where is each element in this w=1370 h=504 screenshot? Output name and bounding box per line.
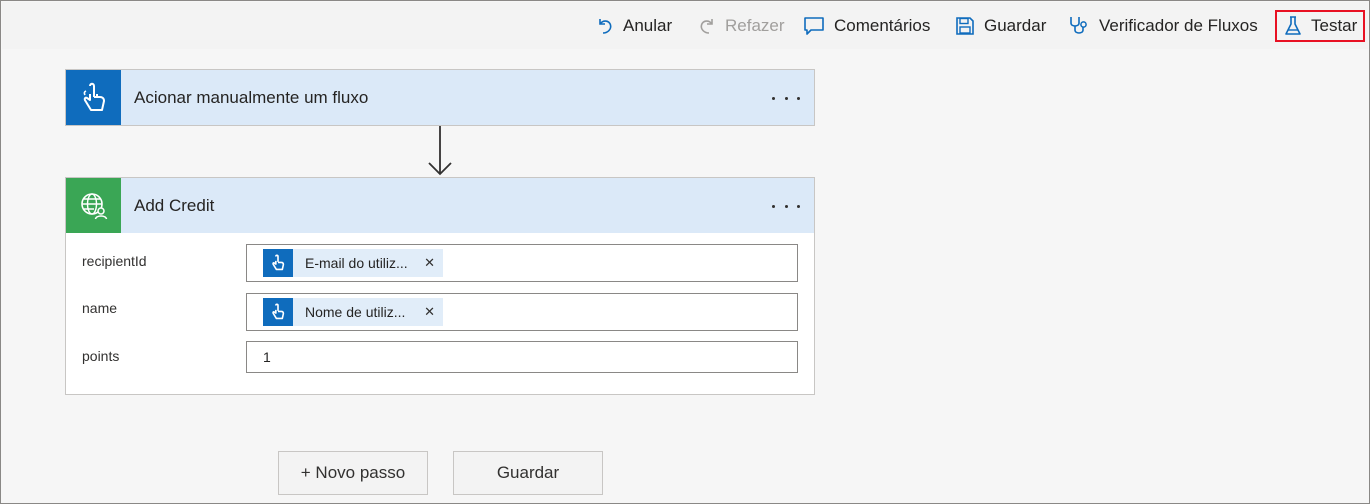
trigger-card-header[interactable]: Acionar manualmente um fluxo <box>66 70 814 125</box>
trigger-card-title: Acionar manualmente um fluxo <box>134 87 369 107</box>
field-label: points <box>82 348 120 364</box>
remove-token-icon[interactable]: ✕ <box>424 304 435 320</box>
comments-button[interactable]: Comentários <box>803 10 930 42</box>
trigger-more-options-icon[interactable] <box>772 88 800 108</box>
redo-label: Refazer <box>725 16 785 35</box>
token-text: E-mail do utiliz... <box>305 255 408 271</box>
globe-user-icon <box>66 178 121 233</box>
trigger-card[interactable]: Acionar manualmente um fluxo <box>65 69 815 126</box>
save-icon <box>955 16 975 36</box>
test-button[interactable]: Testar <box>1275 10 1366 42</box>
recipientid-input[interactable]: E-mail do utiliz... ✕ <box>246 244 798 282</box>
flask-icon <box>1284 15 1302 37</box>
field-label: name <box>82 300 118 316</box>
test-label: Testar <box>1311 16 1358 35</box>
touch-hand-icon <box>263 298 293 326</box>
dynamic-content-token[interactable]: Nome de utiliz... ✕ <box>263 298 443 326</box>
action-card-title: Add Credit <box>134 195 215 215</box>
command-bar: Anular Refazer Comentários Guardar Verif… <box>2 2 1368 49</box>
flow-designer-window: Anular Refazer Comentários Guardar Verif… <box>0 0 1370 504</box>
flow-checker-button[interactable]: Verificador de Fluxos <box>1068 10 1258 42</box>
token-text: Nome de utiliz... <box>305 304 406 320</box>
points-input[interactable]: 1 <box>246 341 798 373</box>
redo-icon <box>698 16 716 36</box>
undo-label: Anular <box>623 16 673 35</box>
points-value: 1 <box>263 349 271 365</box>
undo-icon <box>596 16 614 36</box>
undo-button[interactable]: Anular <box>596 10 672 42</box>
action-card-header[interactable]: Add Credit <box>66 178 814 233</box>
save-toolbar-button[interactable]: Guardar <box>955 10 1046 42</box>
flow-checker-label: Verificador de Fluxos <box>1099 16 1258 35</box>
action-card[interactable]: Add Credit recipientId E-mail do utiliz.… <box>65 177 815 395</box>
touch-hand-icon <box>66 70 121 125</box>
field-label: recipientId <box>82 253 147 269</box>
arrow-down-icon <box>427 126 453 183</box>
comment-icon <box>803 16 825 36</box>
save-button[interactable]: Guardar <box>453 451 603 495</box>
redo-button[interactable]: Refazer <box>698 10 785 42</box>
save-toolbar-label: Guardar <box>984 16 1047 35</box>
touch-hand-icon <box>263 249 293 277</box>
new-step-button[interactable]: + Novo passo <box>278 451 428 495</box>
dynamic-content-token[interactable]: E-mail do utiliz... ✕ <box>263 249 443 277</box>
remove-token-icon[interactable]: ✕ <box>424 255 435 271</box>
comments-label: Comentários <box>834 16 931 35</box>
action-more-options-icon[interactable] <box>772 196 800 216</box>
name-input[interactable]: Nome de utiliz... ✕ <box>246 293 798 331</box>
stethoscope-icon <box>1068 15 1090 37</box>
